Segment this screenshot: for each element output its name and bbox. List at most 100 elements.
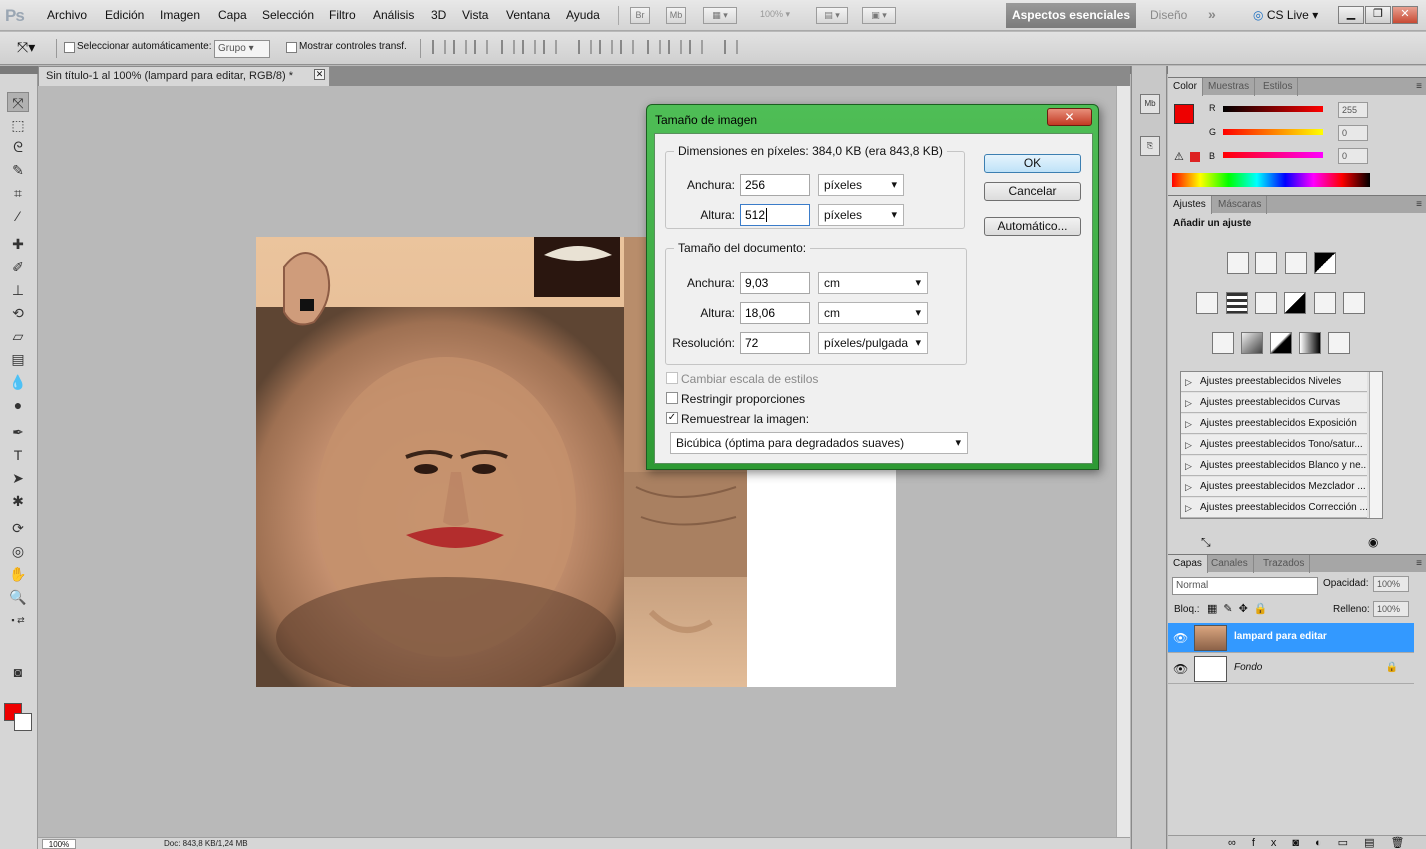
auto-select-target-dropdown[interactable]: Grupo ▾ — [214, 40, 270, 58]
blend-mode-dropdown[interactable]: Normal — [1172, 577, 1318, 595]
gradient-map-icon[interactable] — [1299, 332, 1321, 354]
tab-masks[interactable]: Máscaras — [1213, 196, 1268, 214]
screen-mode-dropdown[interactable]: ▣ ▾ — [862, 7, 896, 24]
eraser-tool-icon[interactable]: ▱ — [7, 326, 29, 346]
color-foreground-swatch[interactable] — [1174, 104, 1194, 124]
photo-filter-icon[interactable] — [1314, 292, 1336, 314]
swap-colors-icon[interactable]: ▪ ⇄ — [7, 610, 29, 630]
extras-dropdown[interactable]: ▦ ▾ — [703, 7, 737, 24]
align-horizontal-center-icon[interactable] — [522, 40, 536, 54]
auto-select-checkbox[interactable] — [64, 42, 75, 53]
auto-button[interactable]: Automático... — [984, 217, 1081, 236]
layer-row-lampard[interactable]: 👁 lampard para editar — [1168, 623, 1414, 653]
resample-method-dropdown[interactable]: Bicúbica (óptima para degradados suaves) — [670, 432, 968, 454]
out-of-gamut-warning-icon[interactable]: ⚠ — [1174, 150, 1184, 163]
distribute-bottom-icon[interactable] — [620, 40, 634, 54]
preset-black-white[interactable]: Ajustes preestablecidos Blanco y ne... — [1181, 456, 1367, 476]
path-selection-tool-icon[interactable]: ➤ — [7, 468, 29, 488]
3d-rotate-tool-icon[interactable]: ⟳ — [7, 518, 29, 538]
tab-channels[interactable]: Canales — [1206, 555, 1254, 573]
history-brush-tool-icon[interactable]: ⟲ — [7, 303, 29, 323]
status-doc-size[interactable]: Doc: 843,8 KB/1,24 MB — [164, 839, 248, 848]
crop-tool-icon[interactable]: ⌗ — [7, 183, 29, 203]
eyedropper-tool-icon[interactable]: ⁄ — [7, 206, 29, 226]
resample-checkbox[interactable]: ✓ — [666, 412, 678, 424]
doc-width-input[interactable]: 9,03 — [740, 272, 810, 294]
resolution-input[interactable]: 72 — [740, 332, 810, 354]
zoom-level-dropdown[interactable]: 100% ▾ — [748, 7, 802, 24]
tab-adjustments[interactable]: Ajustes — [1168, 196, 1212, 214]
pixel-height-input[interactable]: 512 — [740, 204, 810, 226]
preset-levels[interactable]: Ajustes preestablecidos Niveles — [1181, 372, 1367, 392]
menu-ventana[interactable]: Ventana — [506, 8, 550, 22]
hue-saturation-icon[interactable] — [1226, 292, 1248, 314]
layers-footer-buttons[interactable]: ∞fx◙◐▭▤🗑 — [1168, 835, 1426, 849]
quick-selection-tool-icon[interactable]: ✎ — [7, 160, 29, 180]
close-window-button[interactable]: ✕ — [1392, 6, 1418, 24]
tab-paths[interactable]: Trazados — [1258, 555, 1311, 573]
distribute-right-icon[interactable] — [689, 40, 703, 54]
3d-orbit-tool-icon[interactable]: ◎ — [7, 541, 29, 561]
healing-brush-tool-icon[interactable]: ✚ — [7, 234, 29, 254]
document-tab[interactable]: Sin título-1 al 100% (lampard para edita… — [38, 66, 330, 86]
tab-color[interactable]: Color — [1168, 78, 1203, 96]
layer-row-background[interactable]: 👁 Fondo 🔒 — [1168, 654, 1414, 684]
lasso-tool-icon[interactable]: ᘓ — [7, 137, 29, 157]
blur-tool-icon[interactable]: 💧 — [7, 372, 29, 392]
red-value-field[interactable]: 255 — [1338, 102, 1368, 118]
show-transform-checkbox[interactable] — [286, 42, 297, 53]
fill-field[interactable]: 100% — [1373, 601, 1409, 617]
zoom-tool-icon[interactable]: 🔍 — [7, 587, 29, 607]
menu-imagen[interactable]: Imagen — [160, 8, 200, 22]
preset-hue-saturation[interactable]: Ajustes preestablecidos Tono/satur... — [1181, 435, 1367, 455]
history-panel-icon[interactable]: ⎘ — [1140, 136, 1160, 156]
blue-value-field[interactable]: 0 — [1338, 148, 1368, 164]
align-vertical-center-icon[interactable] — [453, 40, 467, 54]
brush-tool-icon[interactable]: ✐ — [7, 257, 29, 277]
menu-analisis[interactable]: Análisis — [373, 8, 414, 22]
color-panel-menu-icon[interactable]: ≡ — [1416, 81, 1422, 92]
minibridge-button[interactable]: Mb — [666, 7, 686, 24]
menu-3d[interactable]: 3D — [431, 8, 446, 22]
color-balance-icon[interactable] — [1255, 292, 1277, 314]
doc-height-unit-dropdown[interactable]: cm — [818, 302, 928, 324]
distribute-top-icon[interactable] — [578, 40, 592, 54]
preset-exposure[interactable]: Ajustes preestablecidos Exposición — [1181, 414, 1367, 434]
threshold-icon[interactable] — [1270, 332, 1292, 354]
black-white-icon[interactable] — [1284, 292, 1306, 314]
expand-view-icon[interactable]: ⤡ — [1201, 535, 1211, 550]
pixel-width-input[interactable]: 256 — [740, 174, 810, 196]
posterize-icon[interactable] — [1241, 332, 1263, 354]
dialog-close-button[interactable]: ✕ — [1047, 108, 1092, 126]
mini-bridge-panel-icon[interactable]: Mb — [1140, 94, 1160, 114]
menu-filtro[interactable]: Filtro — [329, 8, 356, 22]
tab-layers[interactable]: Capas — [1168, 555, 1208, 573]
gamut-color-swatch[interactable] — [1190, 152, 1200, 162]
channel-mixer-icon[interactable] — [1343, 292, 1365, 314]
menu-edicion[interactable]: Edición — [105, 8, 144, 22]
auto-align-layers-icon[interactable] — [724, 40, 738, 54]
workspace-more-icon[interactable]: » — [1208, 6, 1216, 22]
menu-vista[interactable]: Vista — [462, 8, 488, 22]
status-zoom-field[interactable]: 100% — [42, 839, 76, 849]
resolution-unit-dropdown[interactable]: píxeles/pulgada — [818, 332, 928, 354]
workspace-essentials-button[interactable]: Aspectos esenciales — [1006, 3, 1136, 28]
close-document-icon[interactable]: ✕ — [314, 69, 325, 80]
align-bottom-icon[interactable] — [474, 40, 488, 54]
cancel-button[interactable]: Cancelar — [984, 182, 1081, 201]
clip-to-layer-icon[interactable]: ◉ — [1368, 535, 1378, 549]
layer-name[interactable]: Fondo — [1234, 662, 1262, 673]
constrain-proportions-checkbox[interactable] — [666, 392, 678, 404]
vibrance-icon[interactable] — [1196, 292, 1218, 314]
color-spectrum-ramp[interactable] — [1172, 173, 1370, 187]
vertical-scrollbar[interactable] — [1116, 86, 1130, 837]
align-top-icon[interactable] — [432, 40, 446, 54]
clone-stamp-tool-icon[interactable]: ⊥ — [7, 280, 29, 300]
ok-button[interactable]: OK — [984, 154, 1081, 173]
exposure-icon[interactable] — [1314, 252, 1336, 274]
visibility-eye-icon[interactable]: 👁 — [1173, 662, 1188, 676]
distribute-hcenter-icon[interactable] — [668, 40, 682, 54]
gradient-tool-icon[interactable]: ▤ — [7, 349, 29, 369]
cs-live-menu[interactable]: ◎ CS Live ▾ — [1253, 8, 1318, 22]
tab-styles[interactable]: Estilos — [1258, 78, 1299, 96]
